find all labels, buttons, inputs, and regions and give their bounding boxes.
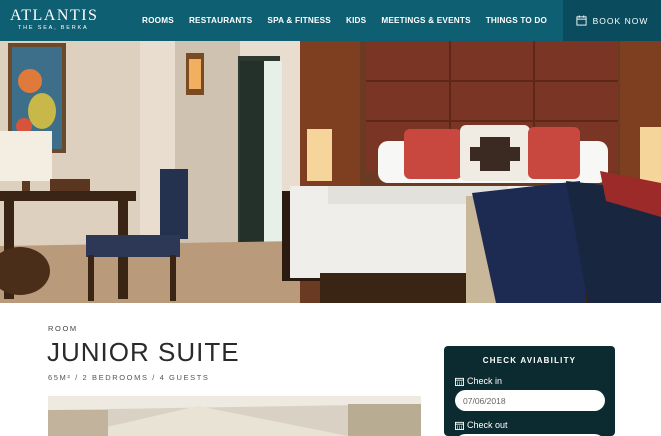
room-interior-illustration <box>48 396 421 436</box>
checkin-label-text: Check in <box>467 376 503 386</box>
check-availability-card: CHECK AVIABILITY Check in Check out <box>444 346 615 436</box>
calendar-icon <box>455 377 464 386</box>
card-title: CHECK AVIABILITY <box>482 356 577 365</box>
nav-things-to-do[interactable]: THINGS TO DO <box>486 16 547 25</box>
checkin-date-input[interactable] <box>455 390 605 411</box>
calendar-icon <box>455 421 464 430</box>
checkout-label: Check out <box>455 420 508 430</box>
book-now-button[interactable]: BOOK NOW <box>563 0 661 41</box>
nav-meetings-events[interactable]: MEETINGS & EVENTS <box>381 16 470 25</box>
checkout-label-text: Check out <box>467 420 508 430</box>
room-title: JUNIOR SUITE <box>47 337 240 367</box>
nav-kids[interactable]: KIDS <box>346 16 366 25</box>
room-specs: 65M² / 2 BEDROOMS / 4 GUESTS <box>48 373 210 382</box>
nav-restaurants[interactable]: RESTAURANTS <box>189 16 252 25</box>
room-gallery-photo <box>48 396 421 436</box>
nav-rooms[interactable]: ROOMS <box>142 16 174 25</box>
room-eyebrow: ROOM <box>48 324 78 333</box>
nav-spa-fitness[interactable]: SPA & FITNESS <box>267 16 331 25</box>
atlantis-logo[interactable]: ATLANTIS THE SEA, BERKA <box>10 7 99 34</box>
hero-photo <box>0 41 661 303</box>
bedroom-illustration <box>0 41 661 303</box>
top-header: ATLANTIS THE SEA, BERKA ROOMS RESTAURANT… <box>0 0 661 41</box>
logo-wordmark: ATLANTIS <box>10 7 99 24</box>
book-now-label: BOOK NOW <box>592 15 649 26</box>
main-nav: ROOMS RESTAURANTS SPA & FITNESS KIDS MEE… <box>142 0 562 41</box>
checkin-label: Check in <box>455 376 502 386</box>
calendar-icon <box>576 15 587 26</box>
logo-tagline: THE SEA, BERKA <box>18 25 89 31</box>
